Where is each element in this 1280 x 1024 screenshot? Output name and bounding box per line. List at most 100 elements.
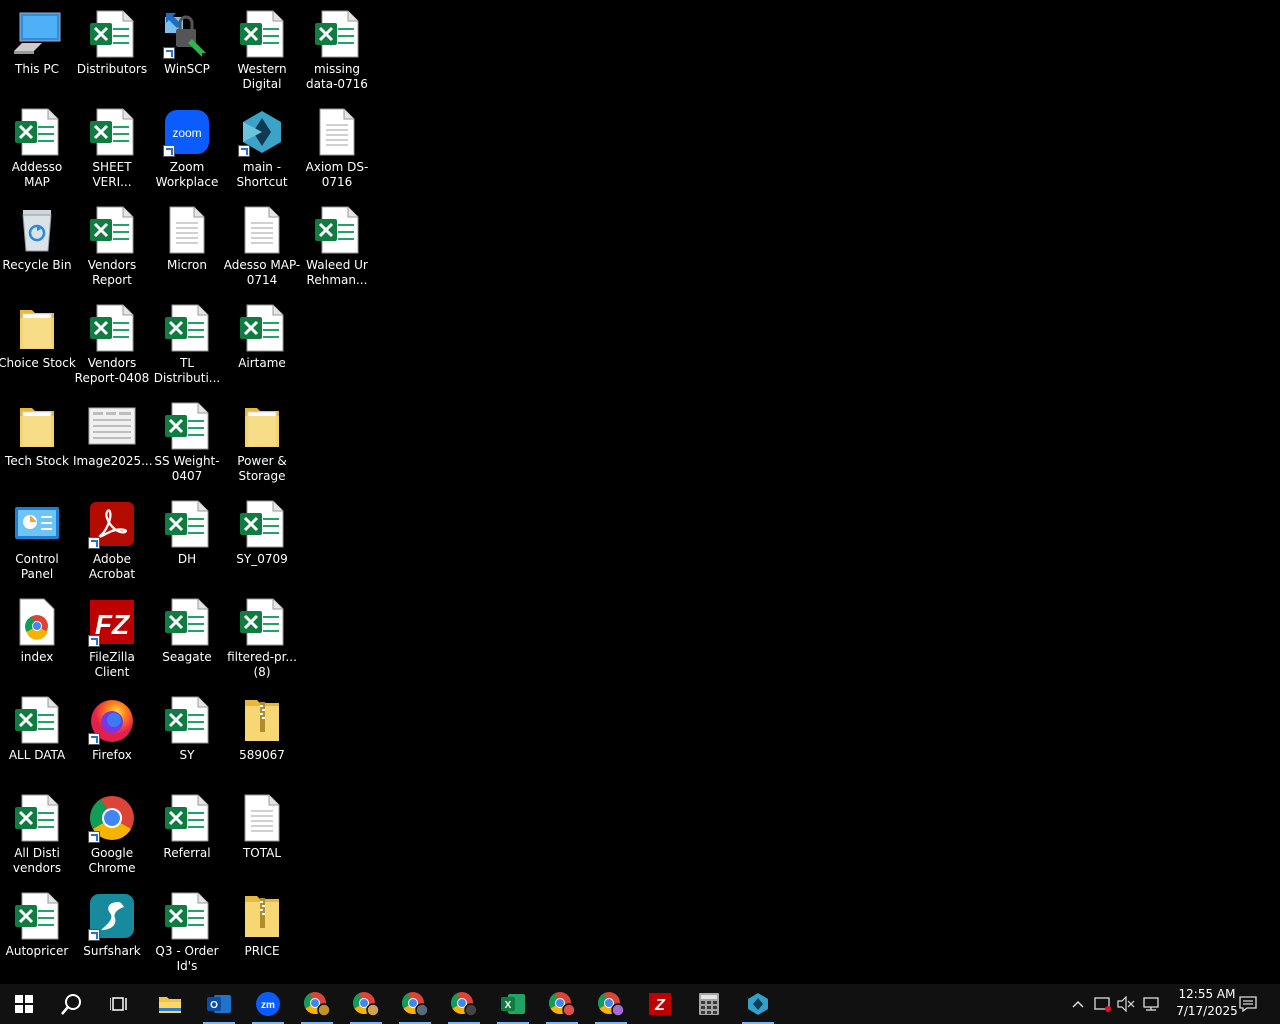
desktop-icon-zoom-workplace[interactable]: zoom Zoom Workplace [149,106,225,190]
notifications-icon [1239,996,1257,1012]
excel-icon [161,302,213,354]
doc-icon [236,792,288,844]
desktop-icon-label: TOTAL [242,846,282,860]
excel-icon [161,694,213,746]
desktop-icon-vendors-report-0408[interactable]: Vendors Report-0408 [74,302,150,386]
desktop-icon-adobe-acrobat[interactable]: Adobe Acrobat [74,498,150,582]
desktop-icon-recycle-bin[interactable]: Recycle Bin [0,204,75,273]
desktop-icon-index[interactable]: index [0,596,75,665]
desktop-icon-power-storage[interactable]: Power & Storage [224,400,300,484]
tray-network[interactable] [1140,984,1162,1024]
desktop-icon-seagate[interactable]: Seagate [149,596,225,665]
desktop-icon-all-data[interactable]: ALL DATA [0,694,75,763]
excel-icon [161,400,213,452]
desktop-icon-q3-order-id-s[interactable]: Q3 - Order Id's [149,890,225,974]
desktop-icon-sheet-veri[interactable]: SHEET VERI... [74,106,150,190]
desktop-icon-axiom-ds-0716[interactable]: Axiom DS-0716 [299,106,375,190]
doc-icon [161,204,213,256]
desktop-icon-ss-weight-0407[interactable]: SS Weight-0407 [149,400,225,484]
desktop-icon-label: SHEET VERI... [92,160,132,189]
desktop-icon-all-disti-vendors[interactable]: All Disti vendors [0,792,75,876]
search-button[interactable] [50,984,94,1024]
desktop-icon-this-pc[interactable]: This PC [0,8,75,77]
desktop-icon-589067[interactable]: 589067 [224,694,300,763]
calculator-icon [699,993,719,1015]
desktop-icon-price[interactable]: PRICE [224,890,300,959]
excel-icon [161,890,213,942]
desktop-icon-missing-data-0716[interactable]: missing data-0716 [299,8,375,92]
tray-volume[interactable] [1116,984,1136,1024]
taskbar-filezilla[interactable]: Z [638,984,682,1024]
desktop-icon-addesso-map[interactable]: Addesso MAP [0,106,75,190]
desktop-icon-label: Referral [163,846,211,860]
desktop-icon-total[interactable]: TOTAL [224,792,300,861]
desktop-icon-choice-stock[interactable]: Choice Stock [0,302,76,371]
taskbar-chrome-profile-2[interactable] [344,984,388,1024]
task-view-button[interactable] [98,984,142,1024]
desktop-icon-label: filtered-pr... (8) [227,650,297,679]
desktop-icon-label: TL Distributi... [153,356,221,385]
taskbar-zoom[interactable]: zm [246,984,290,1024]
taskbar-file-explorer[interactable] [148,984,192,1024]
desktop[interactable]: This PC Addesso MAP Recycle Bin Choice Stoc… [0,0,1280,984]
svg-text:FZ: FZ [95,609,130,640]
taskbar-chrome-profile-5[interactable] [540,984,584,1024]
shortcut-arrow-icon [88,537,100,549]
shortcut-arrow-icon [88,929,100,941]
doc-icon [311,106,363,158]
taskbar-chrome-profile-3[interactable] [393,984,437,1024]
taskbar-main-app[interactable] [736,984,780,1024]
taskbar-calculator[interactable] [687,984,731,1024]
search-icon [61,994,81,1015]
desktop-icon-image2025[interactable]: Image2025... [73,400,153,469]
desktop-icon-firefox[interactable]: Firefox [74,694,150,763]
desktop-icon-label: Firefox [92,748,132,762]
desktop-icon-winscp[interactable]: WinSCP [149,8,225,77]
taskbar-clock[interactable]: 12:55 AM 7/17/2025 [1172,986,1242,1020]
desktop-icon-filezilla-client[interactable]: FZ FileZilla Client [74,596,150,680]
taskbar-excel[interactable]: X [491,984,535,1024]
excel-icon [161,792,213,844]
desktop-icon-micron[interactable]: Micron [149,204,225,273]
desktop-icon-autopricer[interactable]: Autopricer [0,890,75,959]
desktop-icon-label: Zoom Workplace [155,160,219,189]
show-hidden-icons[interactable] [1068,984,1088,1024]
desktop-icon-google-chrome[interactable]: Google Chrome [74,792,150,876]
start-button[interactable] [2,984,46,1024]
desktop-icon-filtered-pr-8[interactable]: filtered-pr... (8) [224,596,300,680]
desktop-icon-surfshark[interactable]: Surfshark [74,890,150,959]
desktop-icon-vendors-report[interactable]: Vendors Report [74,204,150,288]
taskbar-chrome-profile-4[interactable] [442,984,486,1024]
taskbar-chrome-profile-1[interactable] [295,984,339,1024]
desktop-icon-waleed-ur-rehman[interactable]: Waleed Ur Rehman... [299,204,375,288]
desktop-icon-control-panel[interactable]: Control Panel [0,498,75,582]
clock-date: 7/17/2025 [1176,1004,1238,1018]
recycle-icon [11,204,63,256]
desktop-icon-distributors[interactable]: Distributors [74,8,150,77]
folder-icon [11,302,63,354]
desktop-icon-label: Power & Storage [237,454,287,483]
action-center-button[interactable] [1234,984,1262,1024]
chromedoc-icon [11,596,63,648]
desktop-icon-label: Adobe Acrobat [88,552,136,581]
desktop-icon-western-digital[interactable]: Western Digital [224,8,300,92]
desktop-icon-dh[interactable]: DH [149,498,225,567]
taskbar-chrome-profile-6[interactable] [589,984,633,1024]
desktop-icon-sy[interactable]: SY [149,694,225,763]
desktop-icon-tl-distributi[interactable]: TL Distributi... [149,302,225,386]
tray-network-alert[interactable] [1092,984,1114,1024]
excel-letter: X [505,1000,512,1011]
desktop-icon-referral[interactable]: Referral [149,792,225,861]
desktop-icon-tech-stock[interactable]: Tech Stock [0,400,75,469]
desktop-icon-label: Western Digital [237,62,287,91]
chrome-icon [598,992,625,1017]
taskbar-outlook[interactable]: O [197,984,241,1024]
desktop-icon-label: Addesso MAP [11,160,63,189]
shortcut-arrow-icon [163,47,175,59]
desktop-icon-adesso-map-0714[interactable]: Adesso MAP-0714 [224,204,300,288]
desktop-icon-sy-0709[interactable]: SY_0709 [224,498,300,567]
desktop-icon-label: index [20,650,54,664]
desktop-icon-airtame[interactable]: Airtame [224,302,300,371]
svg-text:zoom: zoom [172,126,201,140]
desktop-icon-main-shortcut[interactable]: main - Shortcut [224,106,300,190]
